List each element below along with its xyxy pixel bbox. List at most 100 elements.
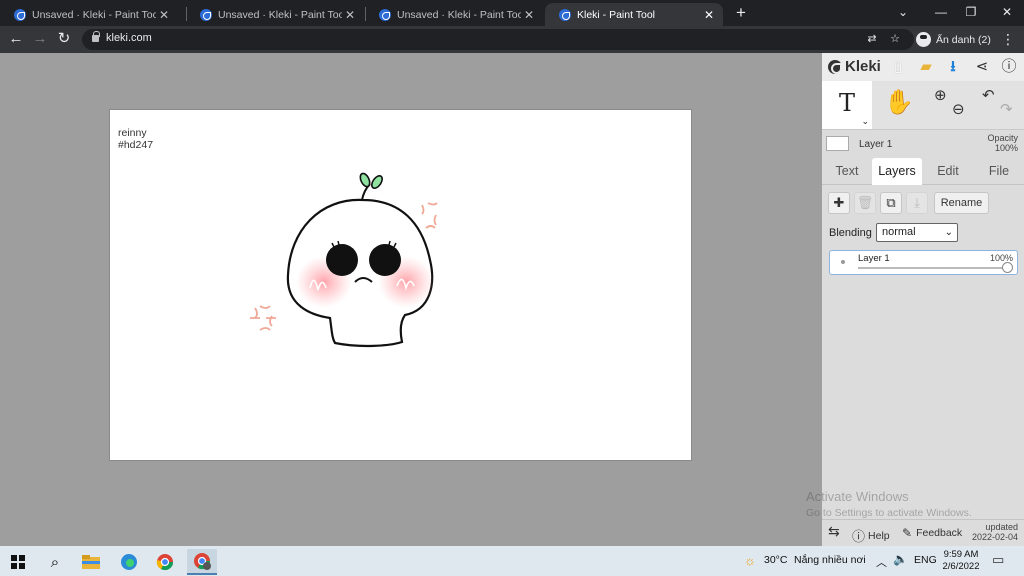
close-window-icon[interactable]: ✕ [992, 2, 1022, 22]
new-tab-button[interactable]: + [732, 3, 750, 23]
updated-date: 2022-02-04 [971, 532, 1018, 542]
lock-icon [92, 31, 100, 42]
delete-layer-button[interactable]: 🗑 [854, 192, 876, 214]
browser-tab-strip: Unsaved · Kleki - Paint Tool ✕ Unsaved ·… [0, 0, 1024, 26]
zoom-out-icon[interactable]: ⊖ [952, 100, 965, 118]
redo-icon[interactable]: ↷ [1000, 100, 1013, 118]
close-tab-icon[interactable]: ✕ [521, 8, 537, 22]
slider-knob[interactable] [1002, 262, 1013, 273]
profile-label: Ẩn danh (2) [936, 33, 991, 46]
close-tab-icon[interactable]: ✕ [156, 8, 172, 22]
panel-header: Kleki ▯ ▰ ⭳ ⋖ ⓘ [822, 53, 1024, 81]
share-icon[interactable]: ⋖ [972, 57, 992, 77]
close-tab-icon[interactable]: ✕ [342, 8, 358, 22]
download-icon[interactable]: ⭳ [943, 57, 963, 77]
drawing-canvas[interactable]: reinny #hd247 [110, 110, 691, 460]
kleki-favicon-icon [14, 8, 26, 21]
browser-tab[interactable]: Unsaved · Kleki - Paint Tool ✕ [365, 3, 543, 26]
back-arrow-icon[interactable]: ← [6, 29, 26, 49]
edge-browser-icon[interactable] [114, 549, 144, 575]
incognito-icon [916, 32, 931, 47]
tab-title: Unsaved · Kleki - Paint Tool [218, 8, 342, 21]
tab-search-icon[interactable]: ⌄ [888, 2, 918, 22]
drawing-artwork [250, 172, 438, 348]
minimize-icon[interactable]: — [926, 2, 956, 22]
weather-desc[interactable]: Nắng nhiều nơi [794, 554, 866, 566]
merge-down-button[interactable]: ⤓ [906, 192, 928, 214]
blending-select[interactable]: normal ⌄ [876, 223, 958, 242]
layer-thumbnail [826, 136, 849, 151]
tab-edit[interactable]: Edit [923, 158, 973, 185]
reload-icon[interactable]: ↻ [54, 29, 74, 49]
updated-info: updated 2022-02-04 [972, 522, 1018, 542]
help-circle-icon: ⓘ [852, 529, 866, 544]
kleki-favicon-icon [379, 8, 391, 21]
tab-title: Unsaved · Kleki - Paint Tool [397, 8, 521, 21]
feedback-button[interactable]: ✎ Feedback [902, 526, 962, 540]
tray-chevron-icon[interactable]: ︿ [876, 554, 887, 570]
undo-icon[interactable]: ↶ [982, 86, 995, 104]
translate-icon[interactable]: ⇄ [864, 31, 880, 47]
browser-toolbar: ← → ↻ kleki.com ⇄ ☆ Ẩn danh (2) [0, 26, 1024, 53]
weather-temp[interactable]: 30°C [764, 554, 787, 566]
swap-side-icon[interactable]: ⇆ [828, 523, 840, 540]
volume-icon[interactable]: 🔈 [893, 552, 908, 566]
zoom-buttons: ⊕ ⊖ [926, 81, 976, 129]
current-layer-info: Layer 1 Opacity 100% [822, 131, 1024, 159]
kleki-logo-icon [828, 59, 842, 74]
chevron-down-icon[interactable]: ⌄ [861, 116, 869, 127]
bookmark-star-icon[interactable]: ☆ [887, 31, 903, 47]
kleki-logo[interactable]: Kleki [828, 58, 881, 75]
tab-title: Kleki - Paint Tool [577, 8, 656, 21]
url-text: kleki.com [106, 32, 152, 44]
kleki-favicon-icon [559, 8, 571, 21]
current-layer-name: Layer 1 [859, 139, 893, 150]
notification-icon[interactable]: ▭ [992, 552, 1004, 568]
close-tab-icon[interactable]: ✕ [701, 8, 717, 22]
browser-tab[interactable]: Unsaved · Kleki - Paint Tool ✕ [0, 3, 178, 26]
updated-label: updated [985, 522, 1018, 532]
address-bar[interactable]: kleki.com ⇄ ☆ [82, 29, 914, 50]
windows-start-icon[interactable] [3, 549, 33, 575]
logo-text: Kleki [845, 58, 881, 75]
tab-text[interactable]: Text [822, 158, 872, 185]
activate-windows-watermark: Activate Windows [806, 489, 909, 504]
history-buttons: ↶ ↷ [974, 81, 1024, 129]
clock[interactable]: 9:59 AM 2/6/2022 [938, 549, 984, 573]
file-explorer-icon[interactable] [76, 549, 106, 575]
tab-file[interactable]: File [974, 158, 1024, 185]
text-tool-button[interactable]: T ⌄ [822, 81, 872, 129]
tab-layers[interactable]: Layers [872, 158, 922, 185]
layer-opacity-slider[interactable] [858, 267, 1008, 269]
chrome-icon[interactable] [150, 549, 180, 575]
tab-title: Unsaved · Kleki - Paint Tool [32, 8, 156, 21]
restore-icon[interactable]: ❐ [956, 2, 986, 22]
feedback-icon: ✎ [902, 526, 913, 540]
hand-tool-icon[interactable]: ✋ [874, 81, 924, 129]
layer-item-name: Layer 1 [858, 253, 890, 264]
zoom-in-icon[interactable]: ⊕ [934, 86, 947, 104]
help-button[interactable]: ⓘ Help [852, 526, 890, 545]
chrome-incognito-icon[interactable] [187, 549, 217, 575]
browser-tab-active[interactable]: Kleki - Paint Tool ✕ [545, 3, 723, 26]
forward-arrow-icon[interactable]: → [30, 29, 50, 49]
browser-tab[interactable]: Unsaved · Kleki - Paint Tool ✕ [186, 3, 364, 26]
open-folder-icon[interactable]: ▰ [916, 57, 936, 77]
tool-selector: T ⌄ ✋ ⊕ ⊖ ↶ ↷ [822, 81, 1024, 130]
canvas-workspace[interactable]: reinny #hd247 [0, 53, 822, 546]
help-circle-icon[interactable]: ⓘ [999, 57, 1019, 77]
weather-icon[interactable]: ☼ [744, 553, 756, 568]
language-indicator[interactable]: ENG [914, 554, 937, 566]
duplicate-layer-button[interactable]: ⧉ [880, 192, 902, 214]
add-layer-button[interactable]: ✚ [828, 192, 850, 214]
blending-value: normal [882, 226, 916, 238]
text-tool-icon: T [838, 89, 855, 117]
incognito-profile-button[interactable]: Ẩn danh (2) [916, 29, 991, 50]
new-image-icon[interactable]: ▯ [888, 57, 908, 77]
layer-list-item[interactable]: Layer 1 100% [829, 250, 1018, 275]
clock-time: 9:59 AM [943, 549, 979, 560]
rename-layer-button[interactable]: Rename [934, 192, 989, 214]
browser-menu-icon[interactable]: ⋮ [1000, 30, 1016, 48]
search-icon[interactable]: ⌕ [40, 549, 70, 575]
help-label: Help [868, 529, 890, 542]
